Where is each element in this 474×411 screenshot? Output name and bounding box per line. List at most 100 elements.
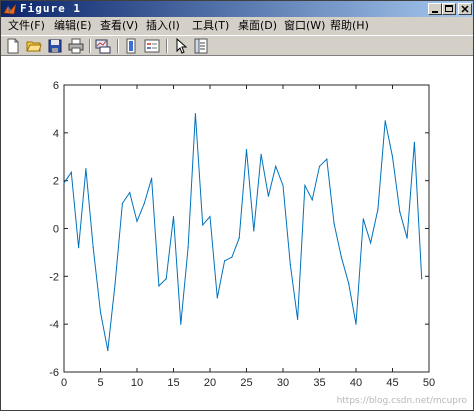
data-point bbox=[370, 242, 372, 244]
data-point bbox=[202, 224, 204, 226]
print-icon[interactable] bbox=[68, 38, 84, 54]
data-point bbox=[421, 278, 423, 280]
figure-toolbar bbox=[1, 35, 473, 56]
y-tick-label: 0 bbox=[53, 224, 59, 236]
save-icon[interactable] bbox=[47, 38, 63, 54]
data-point bbox=[121, 202, 123, 204]
property-inspector-icon[interactable] bbox=[193, 38, 209, 54]
x-tick-label: 45 bbox=[386, 377, 398, 389]
y-tick-label: 2 bbox=[53, 176, 59, 188]
menu-bar: 文件(F) 编辑(E) 查看(V) 插入(I) 工具(T) 桌面(D) 窗口(W… bbox=[1, 17, 473, 35]
data-point bbox=[362, 218, 364, 220]
minimize-button[interactable] bbox=[428, 3, 442, 15]
data-point bbox=[63, 182, 65, 184]
data-point bbox=[187, 247, 189, 249]
data-point bbox=[143, 202, 145, 204]
data-point bbox=[165, 278, 167, 280]
data-point bbox=[194, 113, 196, 115]
data-point bbox=[267, 195, 269, 197]
data-point bbox=[70, 171, 72, 173]
data-point bbox=[348, 282, 350, 285]
title-bar[interactable]: Figure 1 bbox=[1, 1, 473, 17]
toolbar-separator bbox=[117, 39, 119, 53]
maximize-button[interactable] bbox=[442, 3, 456, 15]
y-tick-label: 4 bbox=[53, 128, 59, 140]
x-tick-label: 30 bbox=[277, 377, 289, 389]
data-point bbox=[224, 260, 226, 262]
data-point bbox=[355, 323, 357, 325]
data-point bbox=[384, 120, 386, 122]
close-icon bbox=[461, 5, 469, 13]
legend-icon[interactable] bbox=[144, 38, 160, 54]
colorbar-icon[interactable] bbox=[123, 38, 139, 54]
data-point bbox=[282, 184, 284, 187]
data-point bbox=[209, 215, 211, 218]
data-point bbox=[311, 199, 313, 201]
data-point bbox=[260, 153, 262, 155]
toolbar-separator bbox=[89, 39, 91, 53]
menu-desktop[interactable]: 桌面(D) bbox=[238, 19, 277, 33]
y-tick-label: -6 bbox=[49, 367, 59, 379]
data-point bbox=[399, 211, 401, 213]
data-point bbox=[340, 256, 342, 258]
x-tick-label: 40 bbox=[350, 377, 362, 389]
data-point bbox=[318, 165, 321, 167]
menu-edit[interactable]: 编辑(E) bbox=[54, 19, 92, 33]
toolbar-separator bbox=[166, 39, 168, 53]
matlab-logo-icon bbox=[3, 3, 17, 15]
data-point bbox=[333, 223, 335, 225]
data-point bbox=[231, 256, 233, 258]
data-point bbox=[245, 148, 248, 151]
data-point bbox=[180, 323, 182, 325]
x-tick-label: 10 bbox=[131, 377, 143, 389]
new-figure-icon[interactable] bbox=[5, 38, 21, 54]
data-point bbox=[216, 297, 218, 299]
x-tick-label: 0 bbox=[61, 377, 67, 389]
y-tick-label: 6 bbox=[53, 80, 59, 92]
data-point bbox=[107, 349, 109, 352]
data-point bbox=[158, 285, 160, 287]
data-point bbox=[377, 208, 379, 210]
axes-box bbox=[63, 84, 430, 373]
x-tick-label: 20 bbox=[204, 377, 216, 389]
data-point bbox=[136, 220, 138, 222]
x-tick-label: 35 bbox=[313, 377, 325, 389]
data-point bbox=[289, 263, 291, 265]
data-point bbox=[297, 318, 299, 320]
x-tick-label: 25 bbox=[240, 377, 252, 389]
data-point bbox=[85, 168, 87, 170]
close-button[interactable] bbox=[458, 3, 472, 15]
menu-view[interactable]: 查看(V) bbox=[100, 19, 138, 33]
y-tick-label: -2 bbox=[49, 271, 59, 283]
data-point bbox=[391, 156, 394, 158]
figure-window: Figure 1 文件(F) 编辑(E) 查看(V) 插入(I) 工具(T) 桌… bbox=[0, 0, 474, 411]
data-point bbox=[275, 165, 277, 167]
data-point bbox=[304, 184, 306, 187]
watermark-text: https://blog.csdn.net/mcupro bbox=[336, 396, 467, 406]
data-point bbox=[78, 247, 80, 249]
menu-window[interactable]: 窗口(W) bbox=[284, 19, 325, 33]
data-point bbox=[326, 158, 328, 160]
data-point bbox=[92, 247, 94, 249]
menu-help[interactable]: 帮助(H) bbox=[330, 19, 369, 33]
link-plot-icon[interactable] bbox=[95, 38, 111, 54]
data-point bbox=[413, 141, 415, 143]
menu-tools[interactable]: 工具(T) bbox=[192, 19, 229, 33]
pointer-icon[interactable] bbox=[173, 38, 189, 54]
data-point bbox=[129, 192, 131, 194]
data-point bbox=[172, 215, 175, 218]
data-point bbox=[406, 237, 408, 239]
open-file-icon[interactable] bbox=[26, 38, 42, 54]
data-point bbox=[151, 177, 153, 179]
window-title: Figure 1 bbox=[20, 2, 81, 15]
data-point bbox=[99, 311, 102, 313]
minimize-icon bbox=[432, 11, 438, 13]
maximize-icon bbox=[445, 5, 453, 12]
data-point bbox=[238, 237, 240, 239]
x-tick-label: 50 bbox=[423, 377, 435, 389]
line-plot[interactable]: 0 5 10 15 20 25 30 35 40 45 50 -6 -4 -2 0 2 4 6 bbox=[1, 56, 473, 410]
menu-file[interactable]: 文件(F) bbox=[8, 19, 45, 33]
data-point bbox=[114, 282, 116, 285]
x-tick-label: 15 bbox=[167, 377, 179, 389]
menu-insert[interactable]: 插入(I) bbox=[146, 19, 180, 33]
